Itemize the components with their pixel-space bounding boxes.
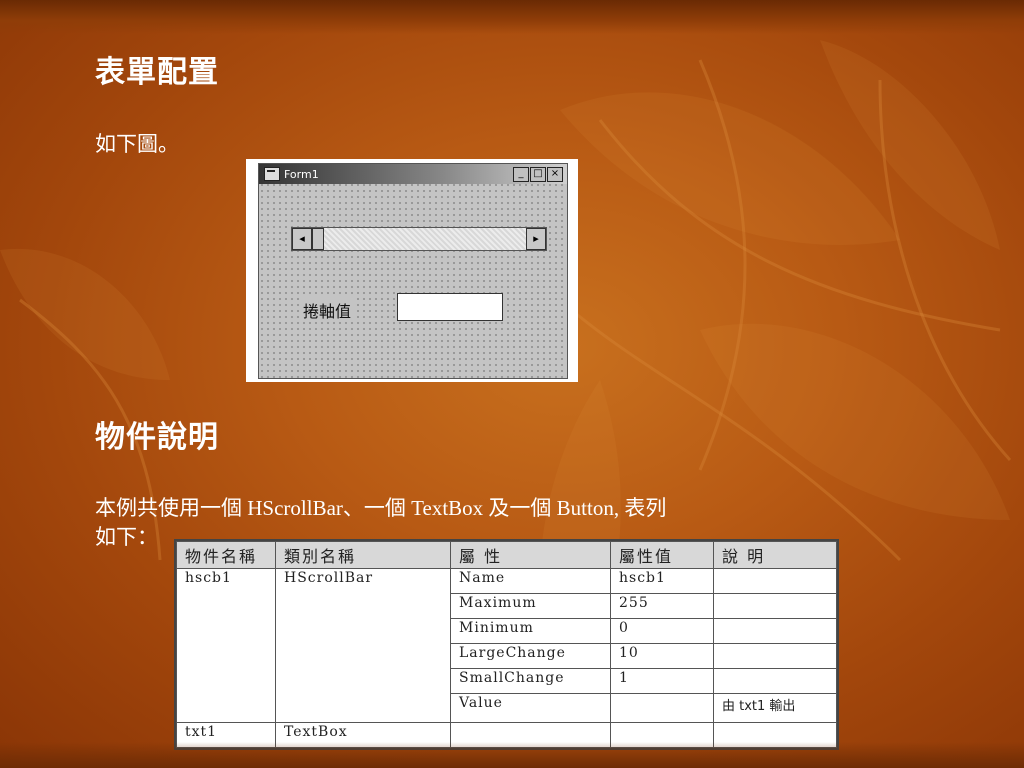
table-header-row: 物件名稱 類別名稱 屬 性 屬性值 說 明 <box>176 541 837 569</box>
minimize-button[interactable]: _ <box>513 167 529 182</box>
table-row: hscb1 HScrollBar Name hscb1 <box>176 568 837 723</box>
bottom-band <box>0 742 1024 768</box>
cell-property: LargeChange <box>450 643 611 669</box>
header-object-name: 物件名稱 <box>176 541 276 569</box>
cell-value: 1 <box>610 668 714 694</box>
cell-value <box>610 693 714 723</box>
cell-class-name: HScrollBar <box>275 568 451 723</box>
cell-property: Value <box>450 693 611 723</box>
form-window: Form1 _ □ × ◂ ▸ 捲軸值 <box>258 163 568 379</box>
window-controls: _ □ × <box>513 167 563 182</box>
form-app-icon <box>264 167 280 181</box>
header-property: 屬 性 <box>450 541 611 569</box>
description-line-1: 本例共使用一個 HScrollBar、一個 TextBox 及一個 Button… <box>95 496 667 520</box>
cell-note <box>713 618 837 644</box>
section-heading-object-description: 物件說明 <box>95 420 219 455</box>
header-property-value: 屬性值 <box>610 541 714 569</box>
cell-value: 0 <box>610 618 714 644</box>
cell-property: SmallChange <box>450 668 611 694</box>
cell-object-name: hscb1 <box>176 568 276 723</box>
cell-property: Minimum <box>450 618 611 644</box>
scroll-left-arrow-icon[interactable]: ◂ <box>292 228 312 250</box>
form-title: Form1 <box>284 167 319 181</box>
intro-text: 如下圖。 <box>95 132 179 156</box>
hscroll-bar[interactable]: ◂ ▸ <box>291 227 547 251</box>
cell-note: 由 txt1 輸出 <box>713 693 837 723</box>
property-table: 物件名稱 類別名稱 屬 性 屬性值 說 明 hscb1 HScrollBar N… <box>174 539 839 750</box>
scroll-right-arrow-icon[interactable]: ▸ <box>526 228 546 250</box>
cell-note <box>713 593 837 619</box>
form-titlebar: Form1 _ □ × <box>259 164 567 184</box>
scroll-thumb[interactable] <box>312 228 324 250</box>
header-note: 說 明 <box>713 541 837 569</box>
cell-note <box>713 643 837 669</box>
description-line-2: 如下： <box>95 525 158 549</box>
header-class-name: 類別名稱 <box>275 541 451 569</box>
cell-property: Maximum <box>450 593 611 619</box>
scroll-value-label: 捲軸值 <box>301 298 354 322</box>
cell-value: 10 <box>610 643 714 669</box>
cell-value: 255 <box>610 593 714 619</box>
scroll-value-textbox[interactable] <box>397 293 503 321</box>
section-heading-form-layout: 表單配置 <box>95 55 219 90</box>
cell-note <box>713 568 837 594</box>
cell-value: hscb1 <box>610 568 714 594</box>
close-button[interactable]: × <box>547 167 563 182</box>
cell-note <box>713 668 837 694</box>
maximize-button[interactable]: □ <box>530 167 546 182</box>
cell-property: Name <box>450 568 611 594</box>
